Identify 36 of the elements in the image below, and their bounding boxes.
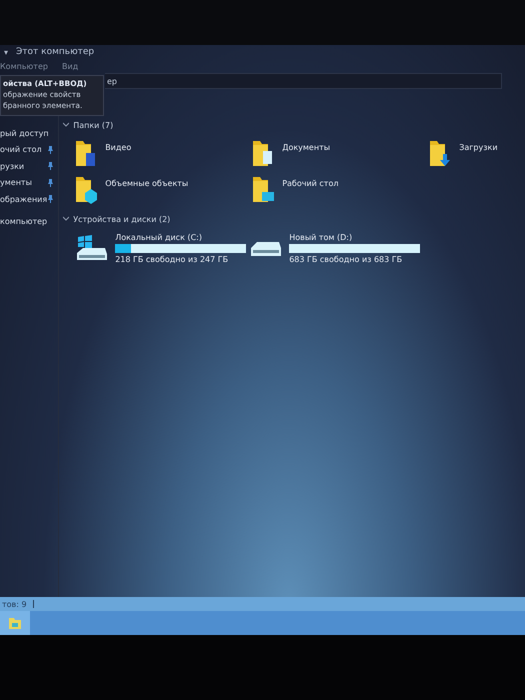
sidebar-item[interactable]: рузки — [0, 162, 24, 171]
cube-folder-icon — [75, 175, 98, 205]
address-bar[interactable]: ер — [105, 73, 502, 89]
item-count: тов: 9 — [2, 600, 27, 608]
caret-icon[interactable]: ▾ — [4, 48, 8, 56]
ribbon-tab[interactable]: Вид — [62, 62, 78, 70]
free-space: 218 ГБ свободно из 247 ГБ — [115, 255, 230, 264]
sidebar-item[interactable]: ументы — [0, 178, 32, 188]
ribbon-tab[interactable]: Компьютер — [0, 62, 48, 70]
sidebar-item[interactable]: ображения — [0, 194, 48, 204]
drive-name[interactable]: Локальный диск (C:) — [115, 233, 246, 242]
download-folder-icon — [429, 139, 452, 169]
free-space: 683 ГБ свободно из 683 ГБ — [289, 255, 404, 264]
sidebar-item[interactable]: очий стол — [0, 145, 42, 154]
group-header[interactable]: Папки (7) — [73, 120, 114, 130]
pin-icon — [47, 195, 54, 204]
pin-icon — [47, 146, 54, 154]
desktop-folder-icon — [252, 175, 274, 205]
folder-name[interactable]: Рабочий стол — [282, 175, 338, 188]
video-folder-icon — [75, 139, 98, 169]
folder-icon — [9, 618, 21, 628]
chevron-down-icon[interactable] — [63, 122, 70, 128]
folder-name[interactable]: Документы — [282, 139, 330, 152]
sidebar-item[interactable]: компьютер — [0, 217, 48, 226]
drive-name[interactable]: Новый том (D:) — [289, 233, 420, 242]
chevron-down-icon[interactable] — [63, 216, 70, 222]
sidebar-item[interactable]: рый доступ — [0, 128, 49, 138]
pin-icon — [47, 178, 54, 187]
folder-name[interactable]: Видео — [105, 139, 132, 152]
folder-name[interactable]: Загрузки — [459, 139, 498, 152]
group-header[interactable]: Устройства и диски (2) — [73, 214, 170, 224]
window-title: Этот компьютер — [16, 47, 94, 57]
system-drive-icon — [75, 234, 110, 262]
document-folder-icon — [252, 139, 274, 169]
pin-icon — [47, 162, 54, 170]
folder-name[interactable]: Объемные объекты — [105, 175, 188, 188]
